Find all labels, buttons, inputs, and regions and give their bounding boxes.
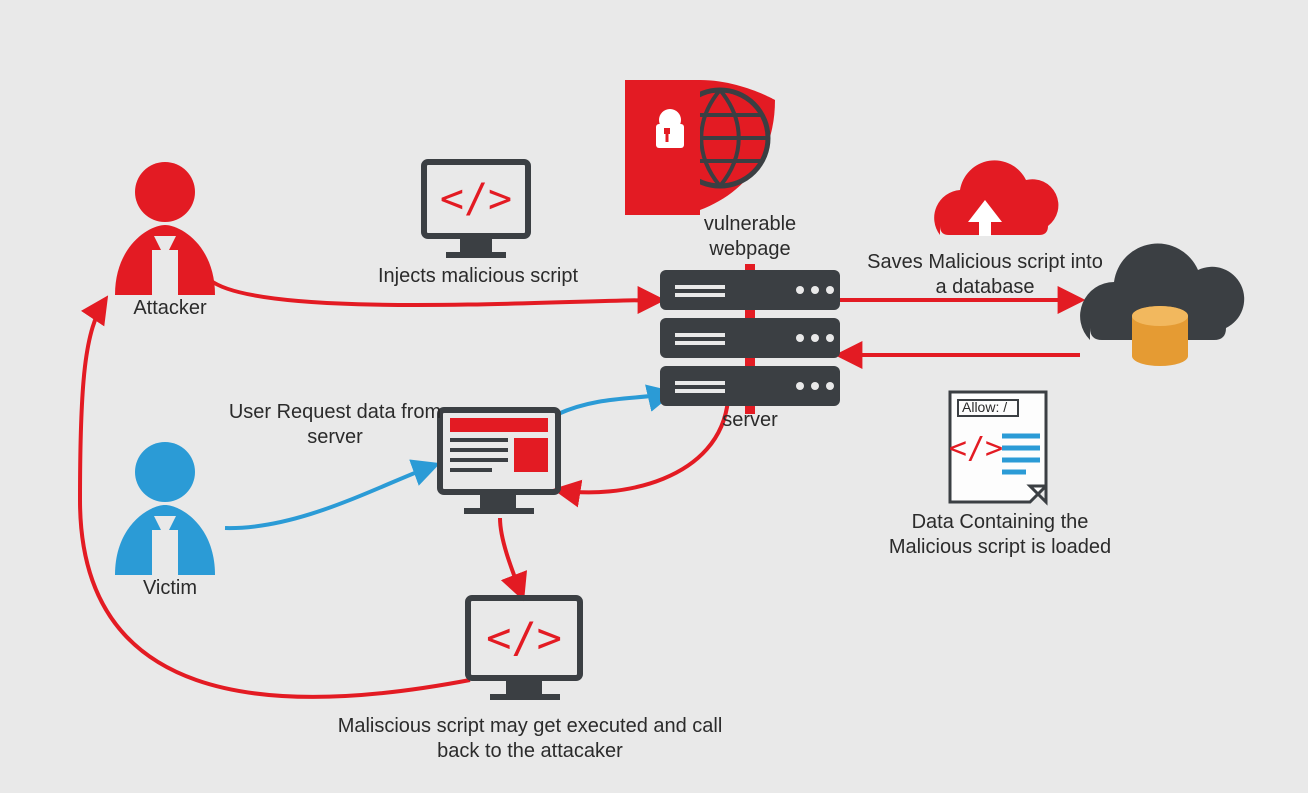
allow-tag-label: Allow: / <box>962 399 1022 417</box>
upload-cloud-icon <box>934 160 1058 236</box>
svg-text:</>: </> <box>440 176 512 222</box>
vulnerable-webpage-icon <box>625 80 780 220</box>
victim-browser-icon <box>440 410 558 514</box>
server-label: server <box>700 408 800 433</box>
server-icon <box>660 264 840 414</box>
svg-text:</>: </> <box>949 431 1003 466</box>
victim-icon <box>115 442 215 575</box>
save-db-label: Saves Malicious script into a database <box>860 250 1110 300</box>
callback-label: Maliscious script may get executed and c… <box>330 714 730 764</box>
attacker-label: Attacker <box>120 296 220 321</box>
data-loaded-label: Data Containing the Malicious script is … <box>870 510 1130 560</box>
icons-layer: </> </> </> <box>0 0 1308 793</box>
malicious-script-icon: </> <box>468 598 580 700</box>
svg-text:</>: </> <box>486 613 562 662</box>
user-request-label: User Request data from server <box>225 400 445 450</box>
attacker-icon <box>115 162 215 295</box>
victim-label: Victim <box>120 576 220 601</box>
vuln-page-label: vulnerable webpage <box>680 212 820 262</box>
inject-script-icon: </> <box>424 162 528 258</box>
inject-script-label: Injects malicious script <box>358 264 598 289</box>
